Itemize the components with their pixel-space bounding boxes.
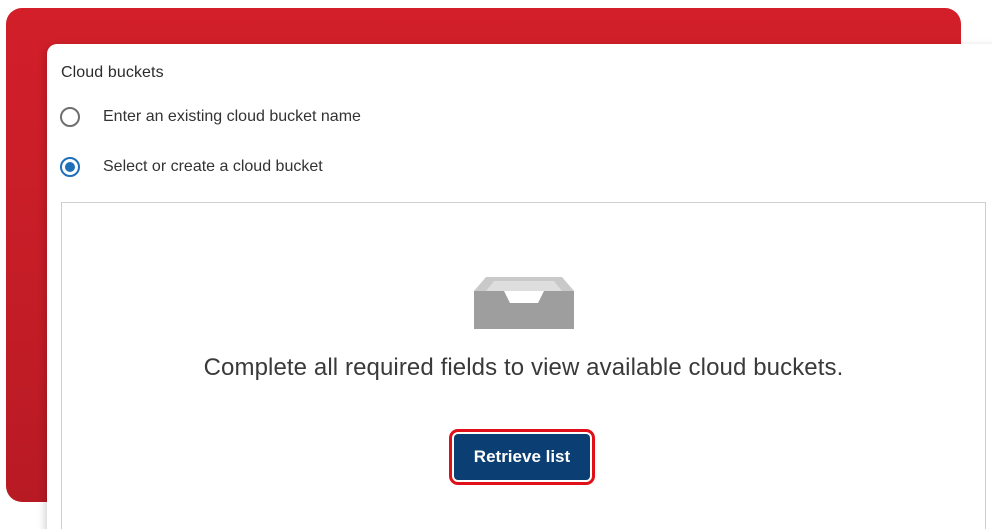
empty-tray-icon <box>474 277 574 329</box>
cloud-buckets-card: Cloud buckets Enter an existing cloud bu… <box>47 44 992 529</box>
empty-state-message: Complete all required fields to view ava… <box>203 354 844 381</box>
radio-select-create-bucket[interactable] <box>60 157 80 177</box>
option-existing-bucket[interactable]: Enter an existing cloud bucket name <box>60 107 361 127</box>
section-title: Cloud buckets <box>61 64 164 81</box>
option-select-create-bucket-label: Select or create a cloud bucket <box>103 158 323 175</box>
retrieve-list-button[interactable]: Retrieve list <box>449 429 595 485</box>
bucket-list-panel: Complete all required fields to view ava… <box>61 202 986 529</box>
retrieve-list-button-label: Retrieve list <box>454 434 590 480</box>
option-select-create-bucket[interactable]: Select or create a cloud bucket <box>60 157 323 177</box>
radio-existing-bucket[interactable] <box>60 107 80 127</box>
screenshot-stage: Cloud buckets Enter an existing cloud bu… <box>0 0 992 529</box>
option-existing-bucket-label: Enter an existing cloud bucket name <box>103 108 361 125</box>
